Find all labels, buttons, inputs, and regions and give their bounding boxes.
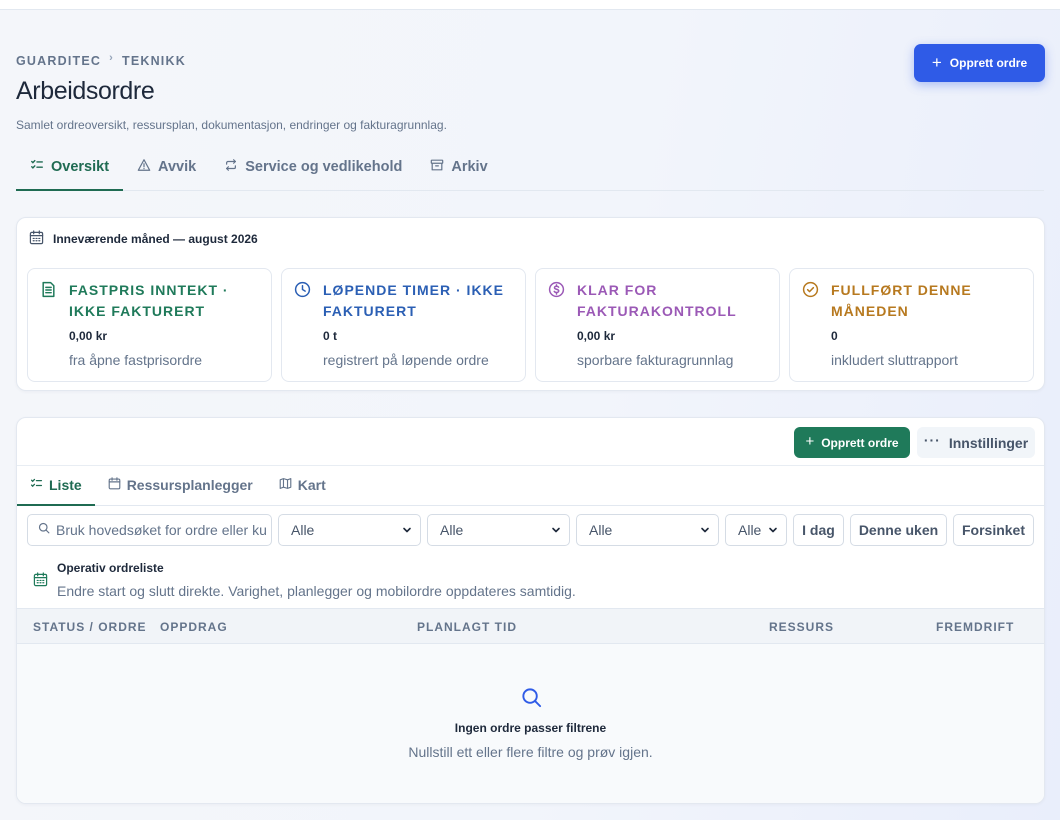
chevron-down-icon (769, 527, 777, 533)
tab-label: Service og vedlikehold (245, 159, 403, 175)
select-value: Alle (291, 522, 315, 538)
section-description: Endre start og slutt direkte. Varighet, … (57, 583, 576, 599)
stat-card-completed[interactable]: FULLFØRT DENNE MÅNEDEN 0 inkludert slutt… (789, 268, 1034, 382)
tab-label: Liste (49, 477, 82, 493)
stat-description: registrert på løpende ordre (323, 352, 489, 368)
create-order-label: Opprett ordre (821, 435, 899, 450)
main-tabs: Oversikt Avvik Service og vedlikehold Ar… (16, 148, 1044, 191)
filter-this-week-button[interactable]: Denne uken (850, 514, 947, 546)
stat-title: FASTPRIS INNTEKT · IKKE FAKTURERT (69, 282, 229, 319)
select-value: Alle (738, 522, 762, 538)
section-title: Operativ ordreliste (57, 561, 164, 575)
empty-state-title: Ingen ordre passer filtrene (454, 721, 607, 735)
order-list-section-header: Operativ ordreliste Endre start og slutt… (17, 555, 1044, 608)
checklist-icon (30, 477, 43, 493)
stat-title: FULLFØRT DENNE MÅNEDEN (831, 282, 972, 319)
calendar-icon (29, 230, 44, 248)
stat-card-invoice-control[interactable]: KLAR FOR FAKTURAKONTROLL 0,00 kr sporbar… (535, 268, 780, 382)
create-order-button-secondary[interactable]: + Opprett ordre (794, 427, 910, 458)
chevron-down-icon (701, 527, 709, 533)
tab-service[interactable]: Service og vedlikehold (210, 148, 416, 186)
chevron-right-icon: › (109, 52, 114, 64)
search-icon (28, 521, 56, 539)
stat-value: 0 (831, 329, 838, 343)
warning-icon (137, 158, 151, 176)
tab-label: Avvik (158, 159, 197, 175)
tab-arkiv[interactable]: Arkiv (416, 148, 501, 186)
column-header-status[interactable]: STATUS / ORDRE (33, 620, 147, 634)
filter-today-button[interactable]: I dag (793, 514, 844, 546)
select-value: Alle (440, 522, 464, 538)
stat-value: 0,00 kr (69, 329, 108, 343)
plus-icon: + (805, 433, 815, 450)
filter-select-3[interactable]: Alle (576, 514, 719, 546)
archive-icon (430, 158, 444, 176)
tab-ressursplanlegger[interactable]: Ressursplanlegger (95, 466, 266, 504)
stat-title: LØPENDE TIMER · IKKE FAKTURERT (323, 282, 505, 319)
top-bar (0, 0, 1060, 10)
check-circle-icon (802, 281, 819, 298)
breadcrumb-item-teknikk[interactable]: TEKNIKK (122, 54, 186, 68)
stat-card-fixed-price[interactable]: FASTPRIS INNTEKT · IKKE FAKTURERT 0,00 k… (27, 268, 272, 382)
table-header: STATUS / ORDRE OPPDRAG PLANLAGT TID RESS… (17, 608, 1044, 644)
repeat-icon (224, 158, 238, 176)
column-header-planlagt-tid[interactable]: PLANLAGT TID (417, 620, 517, 634)
view-tabs: Liste Ressursplanlegger Kart (17, 466, 1044, 506)
create-order-button[interactable]: + Opprett ordre (914, 44, 1045, 82)
map-icon (279, 477, 292, 493)
settings-label: Innstillinger (948, 434, 1029, 451)
tab-liste[interactable]: Liste (17, 466, 95, 506)
chevron-down-icon (403, 527, 411, 533)
search-input[interactable] (56, 522, 266, 538)
current-month-card: Inneværende måned — august 2026 FASTPRIS… (16, 217, 1045, 391)
search-field[interactable] (27, 514, 272, 546)
page-title: Arbeidsordre (16, 77, 155, 105)
tab-label: Ressursplanlegger (126, 477, 253, 493)
calendar-icon (33, 572, 48, 587)
dollar-icon (548, 281, 565, 298)
tab-avvik[interactable]: Avvik (123, 148, 210, 186)
list-toolbar: + Opprett ordre ··· Innstillinger (17, 418, 1044, 466)
select-value: Alle (589, 522, 613, 538)
filter-select-4[interactable]: Alle (725, 514, 787, 546)
order-list-card: + Opprett ordre ··· Innstillinger Liste … (16, 417, 1045, 804)
stat-value: 0,00 kr (577, 329, 616, 343)
column-header-ressurs[interactable]: RESSURS (769, 620, 834, 634)
checklist-icon (30, 158, 44, 176)
empty-state: Ingen ordre passer filtrene Nullstill et… (17, 644, 1044, 803)
calendar-icon (108, 477, 121, 493)
tab-oversikt[interactable]: Oversikt (16, 148, 124, 191)
month-header: Inneværende måned — august 2026 (29, 230, 258, 248)
tab-label: Arkiv (451, 159, 488, 175)
tab-kart[interactable]: Kart (266, 466, 339, 504)
empty-state-description: Nullstill ett eller flere filtre og prøv… (408, 744, 653, 760)
filter-select-2[interactable]: Alle (427, 514, 570, 546)
stat-title: KLAR FOR FAKTURAKONTROLL (577, 282, 737, 319)
stat-description: sporbare fakturagrunnlag (577, 352, 734, 368)
plus-icon: + (931, 52, 942, 72)
clock-icon (294, 281, 311, 298)
stat-description: fra åpne fastprisordre (69, 352, 203, 368)
stat-value: 0 t (323, 329, 338, 343)
column-header-oppdrag[interactable]: OPPDRAG (160, 620, 228, 634)
chevron-down-icon (552, 527, 560, 533)
filter-delayed-button[interactable]: Forsinket (953, 514, 1034, 546)
column-header-fremdrift[interactable]: FREMDRIFT (936, 620, 1014, 634)
tab-label: Kart (297, 477, 326, 493)
stat-description: inkludert sluttrapport (831, 352, 958, 368)
month-heading: Inneværende måned — august 2026 (53, 232, 258, 246)
document-icon (40, 281, 57, 298)
tab-label: Oversikt (51, 159, 110, 175)
create-order-label: Opprett ordre (949, 56, 1028, 70)
filter-select-1[interactable]: Alle (278, 514, 421, 546)
stat-card-hourly[interactable]: LØPENDE TIMER · IKKE FAKTURERT 0 t regis… (281, 268, 526, 382)
page-subtitle: Samlet ordreoversikt, ressursplan, dokum… (16, 118, 447, 132)
search-icon (520, 686, 543, 709)
more-dots-icon: ··· (923, 432, 941, 448)
settings-button[interactable]: ··· Innstillinger (917, 427, 1035, 458)
breadcrumb: GUARDITEC › TEKNIKK (16, 52, 186, 68)
breadcrumb-item-guarditec[interactable]: GUARDITEC (16, 54, 101, 68)
